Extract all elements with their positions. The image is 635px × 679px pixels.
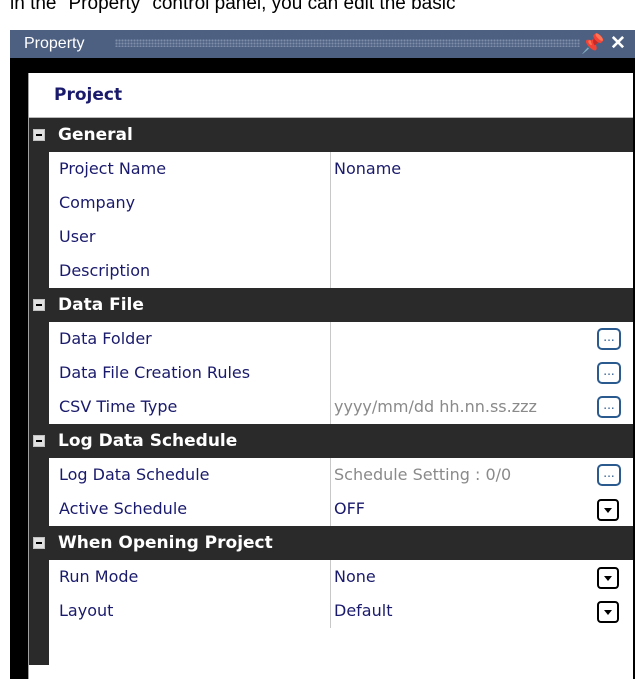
collapse-icon[interactable] (33, 435, 45, 447)
close-icon[interactable]: ✕ (607, 32, 629, 55)
row-gutter (29, 492, 49, 526)
row-gutter (29, 560, 49, 594)
column-divider[interactable] (330, 594, 331, 628)
row-gutter (29, 254, 49, 288)
property-row[interactable]: Run Mode None (29, 560, 633, 594)
row-gutter (29, 356, 49, 390)
property-name: Log Data Schedule (59, 465, 210, 484)
ellipsis-button[interactable]: ... (597, 464, 621, 486)
collapse-icon[interactable] (33, 299, 45, 311)
column-divider[interactable] (330, 560, 331, 594)
panel-body: Project General Project Name Noname Company… (10, 58, 635, 679)
object-header: Project (29, 73, 633, 118)
property-row[interactable]: Active Schedule OFF (29, 492, 633, 526)
column-divider[interactable] (330, 186, 331, 220)
property-row[interactable]: Data Folder... (29, 322, 633, 356)
collapse-icon[interactable] (33, 129, 45, 141)
object-title: Project (54, 85, 123, 105)
category-label: General (58, 125, 133, 145)
grid-empty-area (29, 628, 633, 665)
ellipsis-button[interactable]: ... (597, 328, 621, 350)
category-label: Data File (58, 295, 144, 315)
ellipsis-button[interactable]: ... (597, 396, 621, 418)
caption-text: in the "Property" control panel, you can… (10, 0, 456, 14)
property-name: Active Schedule (59, 499, 188, 518)
column-divider[interactable] (330, 322, 331, 356)
property-value[interactable]: yyyy/mm/dd hh.nn.ss.zzz (334, 397, 537, 416)
category-label: When Opening Project (58, 533, 273, 553)
row-gutter (29, 390, 49, 424)
row-gutter (29, 322, 49, 356)
panel-title-bar[interactable]: Property 📌 ✕ (10, 30, 635, 58)
property-row[interactable]: Description (29, 254, 633, 288)
ellipsis-button[interactable]: ... (597, 362, 621, 384)
column-divider[interactable] (330, 254, 331, 288)
property-row[interactable]: Data File Creation Rules... (29, 356, 633, 390)
property-value[interactable]: OFF (334, 499, 365, 518)
dropdown-arrow-icon[interactable] (597, 567, 619, 589)
column-divider[interactable] (330, 390, 331, 424)
category-row[interactable]: Log Data Schedule (29, 424, 633, 458)
property-value[interactable]: None (334, 567, 376, 586)
property-name: User (59, 227, 96, 246)
property-name: Company (59, 193, 136, 212)
property-grid: Project General Project Name Noname Company… (28, 73, 633, 679)
dropdown-arrow-icon[interactable] (597, 601, 619, 623)
row-gutter (29, 628, 49, 665)
property-value[interactable]: Default (334, 601, 392, 620)
property-panel: Property 📌 ✕ Project General Project Name… (10, 30, 635, 679)
title-grip-dots (115, 39, 580, 47)
property-row[interactable]: Project Name Noname (29, 152, 633, 186)
property-name: Data File Creation Rules (59, 363, 251, 382)
property-value[interactable]: Noname (334, 159, 401, 178)
dropdown-arrow-icon[interactable] (597, 499, 619, 521)
row-gutter (29, 152, 49, 186)
category-row[interactable]: When Opening Project (29, 526, 633, 560)
column-divider[interactable] (330, 458, 331, 492)
panel-title: Property (24, 35, 85, 52)
category-row[interactable]: General (29, 118, 633, 152)
row-gutter (29, 186, 49, 220)
column-divider[interactable] (330, 220, 331, 254)
category-label: Log Data Schedule (58, 431, 238, 451)
property-name: Project Name (59, 159, 167, 178)
property-row[interactable]: Log Data Schedule Schedule Setting : 0/0.… (29, 458, 633, 492)
property-row[interactable]: Company (29, 186, 633, 220)
row-gutter (29, 220, 49, 254)
collapse-icon[interactable] (33, 537, 45, 549)
pin-icon[interactable]: 📌 (581, 32, 605, 56)
row-gutter (29, 458, 49, 492)
property-row[interactable]: Layout Default (29, 594, 633, 628)
property-name: Description (59, 261, 151, 280)
category-row[interactable]: Data File (29, 288, 633, 322)
property-row[interactable]: CSV Time Type yyyy/mm/dd hh.nn.ss.zzz... (29, 390, 633, 424)
row-gutter (29, 594, 49, 628)
column-divider[interactable] (330, 356, 331, 390)
property-name: CSV Time Type (59, 397, 178, 416)
property-name: Run Mode (59, 567, 139, 586)
property-name: Data Folder (59, 329, 152, 348)
property-row[interactable]: User (29, 220, 633, 254)
property-value[interactable]: Schedule Setting : 0/0 (334, 465, 511, 484)
column-divider[interactable] (330, 152, 331, 186)
column-divider[interactable] (330, 492, 331, 526)
property-name: Layout (59, 601, 114, 620)
